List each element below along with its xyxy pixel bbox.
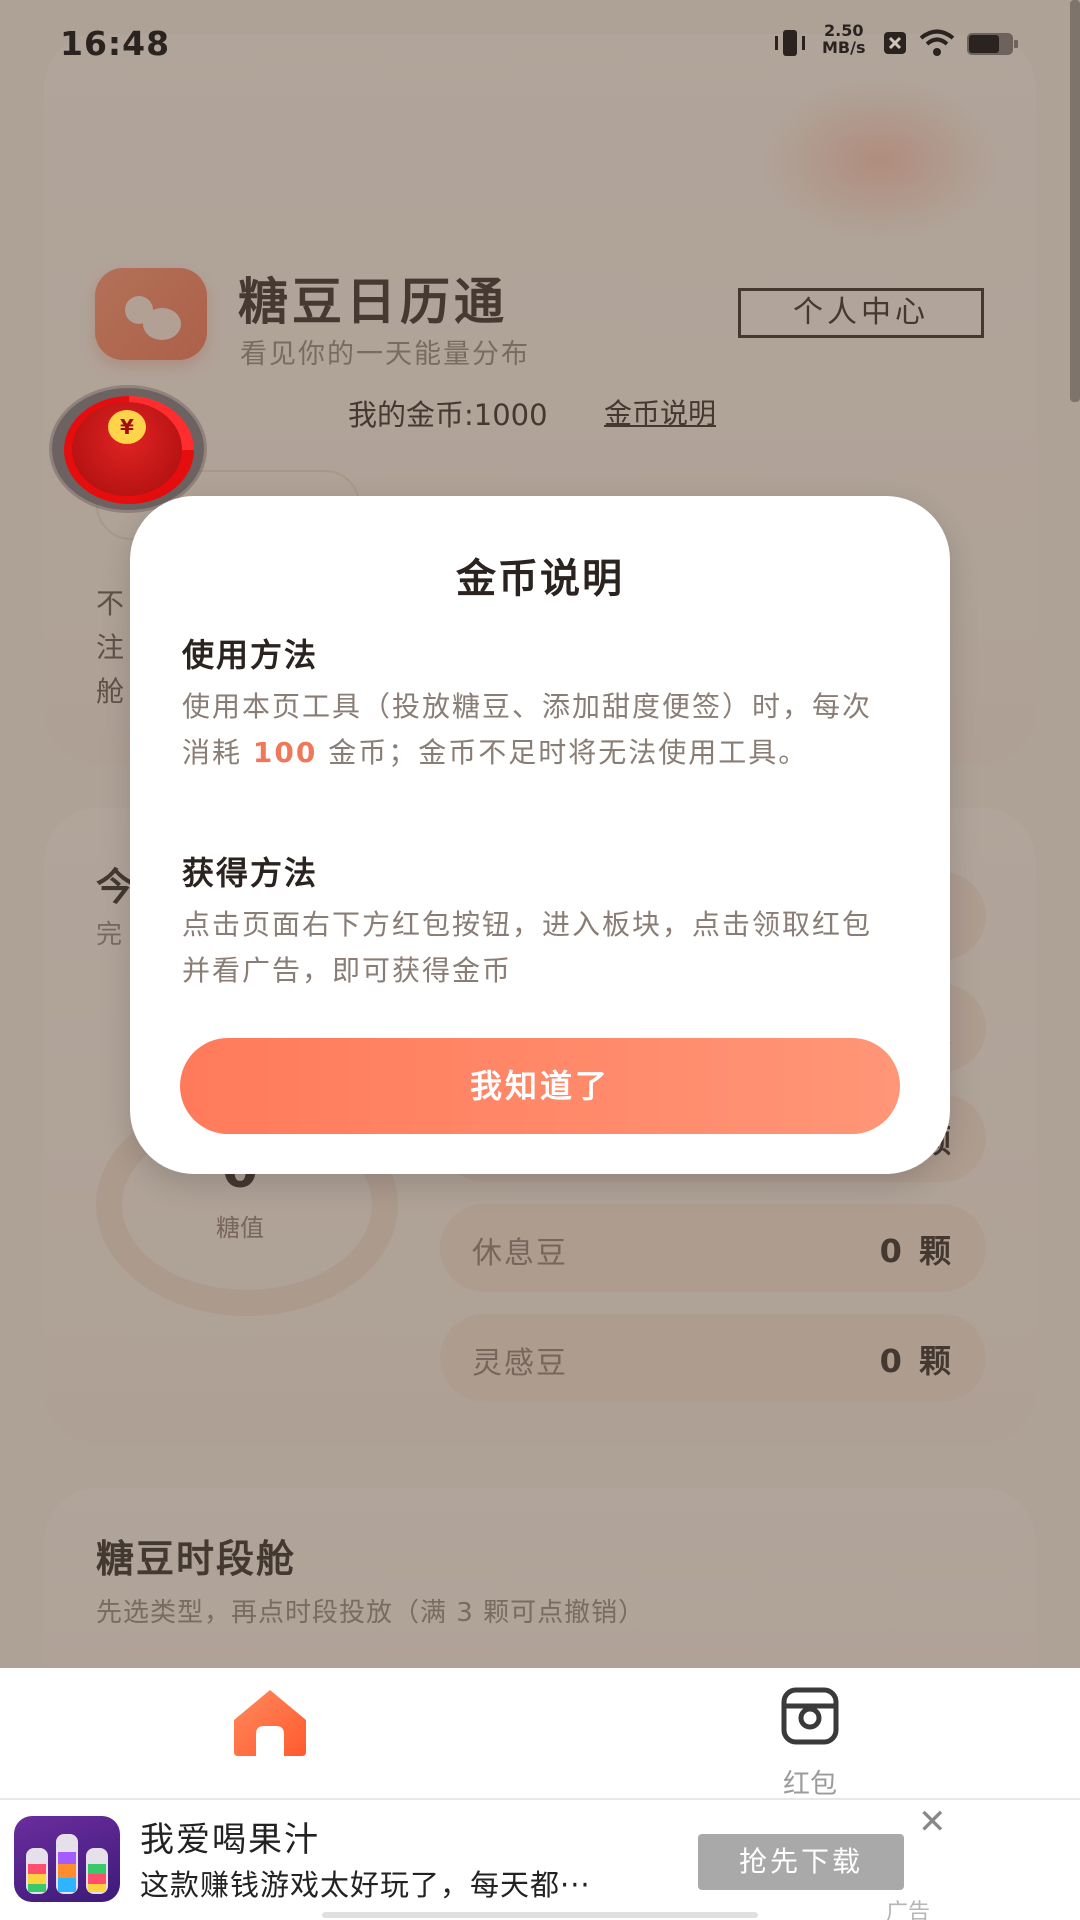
nav-hongbao[interactable]: 红包 <box>770 1680 850 1800</box>
earn-text: 点击页面右下方红包按钮，进入板块，点击领取红包并看广告，即可获得金币 <box>182 908 873 987</box>
dialog-title: 金币说明 <box>456 556 624 602</box>
scrollbar[interactable] <box>1070 0 1080 402</box>
usage-heading: 使用方法 <box>182 636 319 674</box>
cost-highlight: 100 <box>252 736 318 769</box>
ad-label: 广告 <box>886 1900 931 1920</box>
earn-heading: 获得方法 <box>182 854 319 892</box>
usage-text: 使用本页工具（投放糖豆、添加甜度便签）时，每次消耗 100 金币；金币不足时将无… <box>182 690 873 769</box>
ad-close-icon[interactable]: ✕ <box>918 1802 947 1842</box>
wifi-icon <box>919 29 955 56</box>
ad-app-icon <box>14 1816 120 1902</box>
status-time: 16:48 <box>60 24 171 63</box>
battery-icon <box>967 33 1018 55</box>
status-icons: 2.50 MB/s <box>772 22 1022 62</box>
ad-banner[interactable]: 我爱喝果汁 这款赚钱游戏太好玩了，每天都··· 抢先下载 ✕ 广告 <box>0 1798 1080 1920</box>
hongbao-tab-icon <box>781 1687 839 1745</box>
yuan-coin-icon: ¥ <box>108 410 146 444</box>
confirm-button[interactable]: 我知道了 <box>180 1038 900 1134</box>
vibrate-icon <box>775 30 805 56</box>
coin-info-dialog: 金币说明 使用方法 使用本页工具（投放糖豆、添加甜度便签）时，每次消耗 100 … <box>130 496 950 1174</box>
ad-description: 这款赚钱游戏太好玩了，每天都··· <box>140 1868 591 1902</box>
home-indicator <box>322 1912 758 1918</box>
network-speed: 2.50 MB/s <box>822 21 866 57</box>
sim-icon <box>884 32 906 54</box>
ad-title: 我爱喝果汁 <box>140 1820 320 1860</box>
ad-download-button[interactable]: 抢先下载 <box>698 1834 904 1890</box>
red-packet-float-button[interactable]: ¥ <box>52 388 204 510</box>
bottom-nav: 红包 <box>0 1668 1080 1800</box>
home-icon[interactable] <box>228 1686 312 1758</box>
hongbao-label: 红包 <box>783 1769 837 1800</box>
